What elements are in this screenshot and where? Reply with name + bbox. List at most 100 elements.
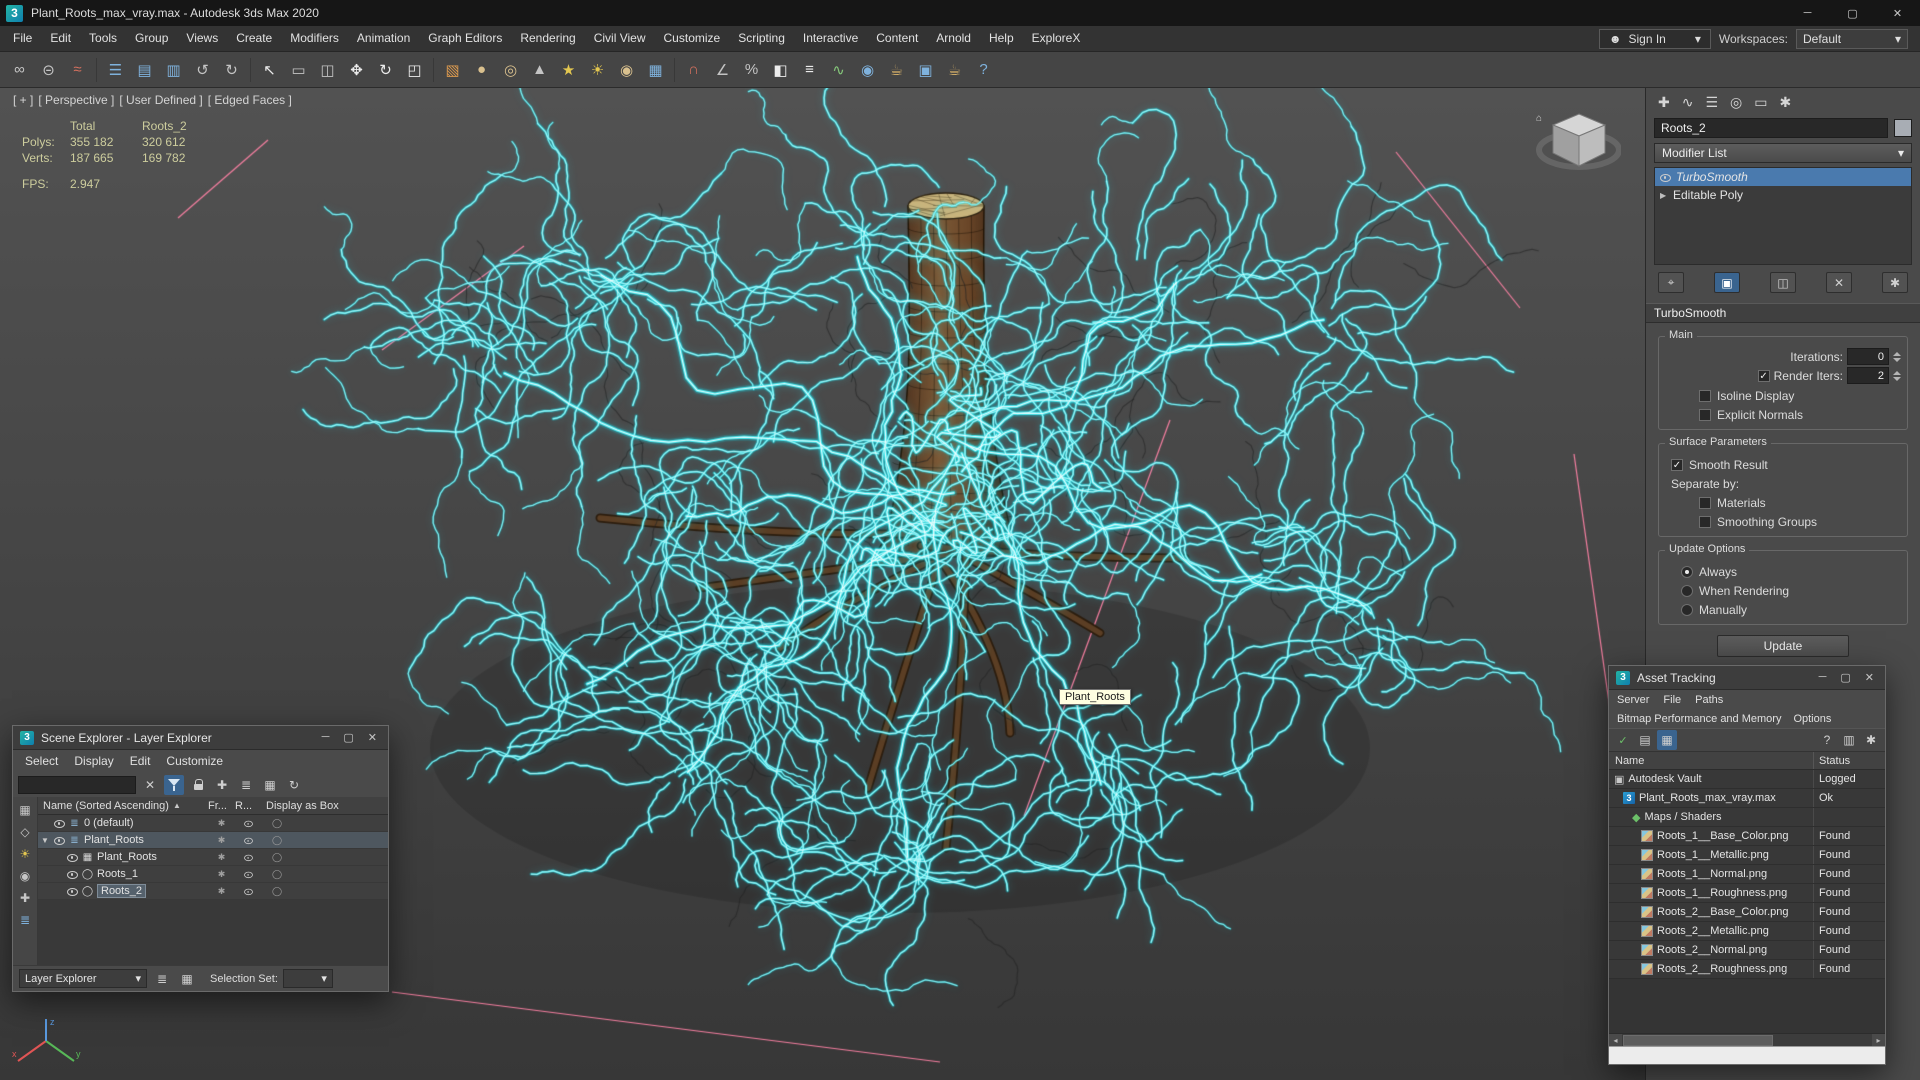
- eye-icon[interactable]: [67, 886, 78, 897]
- title-bar[interactable]: 3 Plant_Roots_max_vray.max - Autodesk 3d…: [0, 0, 1920, 26]
- minimize-button[interactable]: ─: [1819, 671, 1827, 684]
- unlink-selection-icon[interactable]: ⊝: [35, 56, 62, 83]
- menu-select[interactable]: Select: [17, 754, 66, 768]
- mirror-icon[interactable]: ◧: [767, 56, 794, 83]
- menu-customize[interactable]: Customize: [655, 26, 730, 51]
- display-as-box-cell[interactable]: ◯: [262, 818, 388, 829]
- filter-cameras-icon[interactable]: ◉: [20, 869, 30, 883]
- render-iters-checkbox[interactable]: ✓: [1757, 369, 1770, 382]
- material-editor-icon[interactable]: ◉: [854, 56, 881, 83]
- menu-tools[interactable]: Tools: [80, 26, 126, 51]
- always-radio[interactable]: [1681, 566, 1693, 578]
- menu-explorex[interactable]: ExploreX: [1023, 26, 1090, 51]
- render-cell[interactable]: [235, 852, 262, 863]
- render-production-icon[interactable]: ☕: [941, 56, 968, 83]
- view-cube[interactable]: ⌂: [1535, 108, 1622, 191]
- render-cell[interactable]: [235, 869, 262, 880]
- materials-checkbox[interactable]: [1699, 497, 1711, 509]
- tab-utilities-icon[interactable]: ✱: [1779, 94, 1791, 111]
- tab-motion-icon[interactable]: ◎: [1730, 94, 1742, 111]
- close-button[interactable]: ✕: [1865, 671, 1874, 684]
- angle-snap-icon[interactable]: ∠: [709, 56, 736, 83]
- object-row-plant-roots[interactable]: ▦ Plant_Roots ✱ ◯: [38, 849, 388, 866]
- object-name-field[interactable]: Roots_2: [1654, 118, 1888, 138]
- box-primitive-icon[interactable]: ▧: [439, 56, 466, 83]
- menu-customize[interactable]: Customize: [158, 754, 231, 768]
- rendered-frame-window-icon[interactable]: ▣: [912, 56, 939, 83]
- smooth-result-checkbox[interactable]: ✓: [1671, 459, 1683, 471]
- menu-edit[interactable]: Edit: [122, 754, 159, 768]
- object-color-swatch[interactable]: [1894, 119, 1912, 137]
- maximize-button[interactable]: ▢: [1830, 0, 1875, 26]
- tab-create-icon[interactable]: ✚: [1658, 94, 1670, 111]
- asset-row-texture[interactable]: Roots_2__Roughness.png Found: [1609, 960, 1885, 979]
- column-renderable[interactable]: R...: [235, 800, 262, 812]
- modifier-list-select[interactable]: Modifier List ▾: [1654, 143, 1912, 163]
- report-icon[interactable]: ▥: [1839, 730, 1859, 750]
- iterations-spinner[interactable]: [1893, 351, 1901, 362]
- table-config-button[interactable]: ▦: [177, 969, 197, 989]
- add-layer-icon[interactable]: ✚: [212, 775, 232, 795]
- asset-row-texture[interactable]: Roots_2__Base_Color.png Found: [1609, 903, 1885, 922]
- menu-help[interactable]: Help: [980, 26, 1023, 51]
- remove-modifier-button[interactable]: ✕: [1826, 272, 1852, 293]
- scene-explorer-toggle-icon[interactable]: ▥: [160, 56, 187, 83]
- expand-open-icon[interactable]: ▼: [41, 836, 51, 845]
- display-as-box-cell[interactable]: ◯: [262, 869, 388, 880]
- menu-create[interactable]: Create: [227, 26, 281, 51]
- select-and-move-icon[interactable]: ✥: [343, 56, 370, 83]
- viewport-menu-general[interactable]: [ + ]: [13, 93, 33, 107]
- menu-views[interactable]: Views: [177, 26, 227, 51]
- filter-layers-icon[interactable]: ≣: [20, 913, 30, 927]
- filter-shapes-icon[interactable]: ◇: [20, 825, 29, 839]
- eye-icon[interactable]: [1660, 172, 1671, 183]
- menu-scripting[interactable]: Scripting: [729, 26, 794, 51]
- tab-hierarchy-icon[interactable]: ☰: [1705, 94, 1718, 111]
- frozen-cell[interactable]: ✱: [208, 835, 235, 846]
- select-by-name-icon[interactable]: ☰: [102, 56, 129, 83]
- viewport-menu-shading[interactable]: [ Edged Faces ]: [208, 93, 292, 107]
- render-cell[interactable]: [235, 886, 262, 897]
- menu-interactive[interactable]: Interactive: [794, 26, 867, 51]
- filter-lights-icon[interactable]: ☀: [20, 847, 31, 861]
- selection-set-select[interactable]: ▾: [282, 969, 333, 988]
- asset-tracking-title-bar[interactable]: 3 Asset Tracking ─ ▢ ✕: [1609, 666, 1885, 690]
- menu-options[interactable]: Options: [1793, 713, 1831, 725]
- render-cell[interactable]: [235, 818, 262, 829]
- manually-radio[interactable]: [1681, 604, 1693, 616]
- workspace-select[interactable]: Default ▾: [1796, 28, 1908, 49]
- configure-modifier-sets-button[interactable]: ✱: [1882, 272, 1908, 293]
- menu-paths[interactable]: Paths: [1695, 694, 1723, 706]
- rollout-turbosmooth-header[interactable]: TurboSmooth: [1646, 303, 1920, 323]
- align-icon[interactable]: ≡: [796, 56, 823, 83]
- settings-icon[interactable]: ✱: [1861, 730, 1881, 750]
- grid-view-icon[interactable]: ▦: [260, 775, 280, 795]
- filter-icon[interactable]: [164, 774, 184, 795]
- frozen-cell[interactable]: ✱: [208, 852, 235, 863]
- window-crossing-icon[interactable]: ◫: [314, 56, 341, 83]
- eye-icon[interactable]: [54, 818, 65, 829]
- frozen-cell[interactable]: ✱: [208, 818, 235, 829]
- menu-edit[interactable]: Edit: [41, 26, 80, 51]
- undo-icon[interactable]: ↺: [189, 56, 216, 83]
- smoothing-groups-checkbox[interactable]: [1699, 516, 1711, 528]
- menu-civil-view[interactable]: Civil View: [585, 26, 655, 51]
- grid-helper-icon[interactable]: ▦: [642, 56, 669, 83]
- display-as-box-cell[interactable]: ◯: [262, 886, 388, 897]
- asset-row-maps-shaders[interactable]: ◆ Maps / Shaders: [1609, 808, 1885, 827]
- render-iters-spinner[interactable]: [1893, 370, 1901, 381]
- stack-item-editable-poly[interactable]: ▶ Editable Poly: [1655, 186, 1911, 204]
- bind-to-space-warp-icon[interactable]: ≈: [64, 56, 91, 83]
- maximize-button[interactable]: ▢: [343, 731, 353, 744]
- pyramid-primitive-icon[interactable]: ▲: [526, 56, 553, 83]
- tab-display-icon[interactable]: ▭: [1754, 94, 1767, 111]
- asset-row-texture[interactable]: Roots_1__Roughness.png Found: [1609, 884, 1885, 903]
- object-row-roots-2[interactable]: ◯ Roots_2 ✱ ◯: [38, 883, 388, 900]
- geosphere-primitive-icon[interactable]: ◉: [613, 56, 640, 83]
- render-setup-icon[interactable]: ☕: [883, 56, 910, 83]
- show-end-result-button[interactable]: ▣: [1714, 272, 1740, 293]
- menu-graph-editors[interactable]: Graph Editors: [419, 26, 511, 51]
- explorer-mode-select[interactable]: Layer Explorer ▾: [19, 969, 147, 988]
- minimize-button[interactable]: ─: [1785, 0, 1830, 26]
- torus-primitive-icon[interactable]: ◎: [497, 56, 524, 83]
